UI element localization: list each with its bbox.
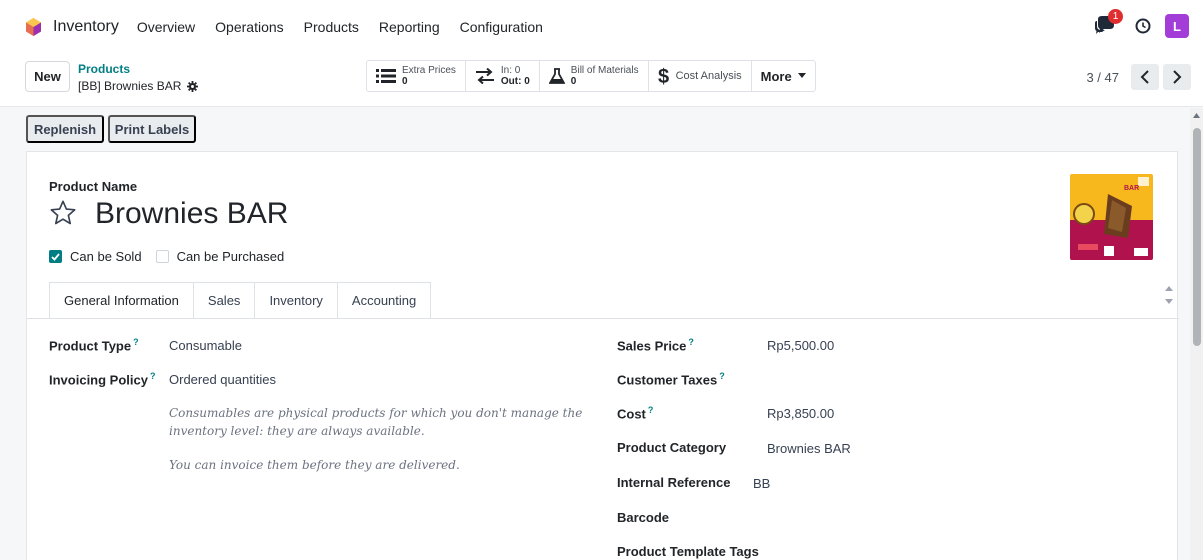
print-labels-button[interactable]: Print Labels [108,115,196,143]
app-name[interactable]: Inventory [53,18,119,36]
cost-analysis-button[interactable]: $ Cost Analysis [649,61,752,91]
product-type-label-text: Product Type [49,338,132,354]
cost-label-text: Cost [617,406,646,422]
product-checkboxes: Can be Sold Can be Purchased [49,249,284,264]
in-count: In: 0 [500,65,521,76]
help-tooltip-icon[interactable]: ? [719,371,725,381]
product-category-field[interactable]: Brownies BAR [767,441,851,456]
check-icon [51,252,60,261]
list-icon [376,69,396,83]
more-button[interactable]: More [752,61,815,91]
systray: 1 L [1095,9,1189,38]
product-type-help-line2: inventory level: they are always availab… [169,424,425,438]
sales-price-label: Sales Price? [617,337,694,353]
cost-analysis-label: Cost Analysis [675,70,742,82]
internal-reference-label: Internal Reference [617,475,731,490]
control-panel: New Products [BB] Brownies BAR Extra Pri… [0,54,1203,107]
can-be-purchased-label[interactable]: Can be Purchased [177,249,285,264]
star-icon[interactable] [49,199,77,227]
product-image[interactable]: BAR [1070,174,1153,260]
chevron-left-icon [1140,70,1149,84]
barcode-label: Barcode [617,510,670,525]
in-out-button[interactable]: In: 0 Out: 0 [466,61,540,91]
customer-taxes-label-text: Customer Taxes [617,372,718,388]
tab-scroll-arrows-icon[interactable] [1165,286,1173,304]
top-navbar: Inventory Overview Operations Products R… [0,0,1203,54]
product-type-field[interactable]: Consumable [169,338,242,353]
more-label: More [760,68,792,84]
messaging-button[interactable]: 1 [1095,9,1123,37]
replenish-button[interactable]: Replenish [26,115,104,143]
product-name-label: Product Name [49,179,138,194]
help-tooltip-icon[interactable]: ? [688,337,694,347]
product-type-help-line1: Consumables are physical products for wh… [169,406,583,420]
tab-inventory[interactable]: Inventory [255,282,338,318]
scroll-up-icon[interactable] [1193,113,1200,118]
pager-value[interactable]: 3 / 47 [1086,70,1119,85]
bom-label: Bill of Materials [570,65,639,76]
breadcrumb-current: [BB] Brownies BAR [78,79,199,93]
help-tooltip-icon[interactable]: ? [648,405,654,415]
tab-general-information[interactable]: General Information [49,282,194,318]
help-tooltip-icon[interactable]: ? [150,371,156,381]
gear-icon[interactable] [187,80,199,92]
extra-prices-label: Extra Prices [402,65,456,76]
inventory-app-icon[interactable] [26,18,41,36]
menu-reporting[interactable]: Reporting [379,19,440,35]
tab-sales[interactable]: Sales [193,282,256,318]
bill-of-materials-button[interactable]: Bill of Materials 0 [540,61,649,91]
user-avatar[interactable]: L [1165,14,1189,38]
menu-products[interactable]: Products [304,19,359,35]
invoicing-help: You can invoice them before they are del… [169,458,460,472]
cost-field[interactable]: Rp3,850.00 [767,406,834,421]
product-image-text: BAR [1124,185,1139,192]
tab-accounting[interactable]: Accounting [337,282,432,318]
notification-badge: 1 [1108,9,1123,24]
product-category-label: Product Category [617,440,727,455]
sales-price-label-text: Sales Price [617,338,687,354]
can-be-sold-label[interactable]: Can be Sold [70,249,142,264]
menu-overview[interactable]: Overview [137,19,195,35]
internal-reference-field[interactable]: BB [753,476,770,491]
tab-divider [27,318,1179,319]
invoicing-policy-label-text: Invoicing Policy [49,372,148,388]
sales-price-field[interactable]: Rp5,500.00 [767,338,834,353]
product-template-tags-label: Product Template Tags [617,544,759,559]
smart-buttons: Extra Prices 0 In: 0 Out: 0 Bill of Mate… [366,60,816,92]
flask-icon [548,68,565,84]
help-tooltip-icon[interactable]: ? [133,337,139,347]
menu-configuration[interactable]: Configuration [460,19,543,35]
out-count: Out: 0 [500,76,530,87]
invoicing-policy-field[interactable]: Ordered quantities [169,372,276,387]
pager: 3 / 47 [1086,64,1191,90]
pager-previous-button[interactable] [1131,64,1159,90]
new-button[interactable]: New [25,61,70,92]
customer-taxes-label: Customer Taxes? [617,371,725,387]
product-type-label: Product Type? [49,337,139,353]
product-image-graphic: BAR [1070,174,1153,260]
form-sheet: Product Name Brownies BAR Can be Sold Ca… [26,151,1179,560]
extra-prices-button[interactable]: Extra Prices 0 [367,61,466,91]
can-be-sold-checkbox[interactable] [49,250,62,263]
svg-text:$: $ [658,66,669,86]
breadcrumb-products[interactable]: Products [78,62,130,76]
clock-icon[interactable] [1135,18,1151,34]
dollar-icon: $ [658,66,669,86]
invoicing-policy-label: Invoicing Policy? [49,371,155,387]
menu-operations[interactable]: Operations [215,19,283,35]
exchange-icon [475,68,494,84]
chevron-right-icon [1173,70,1182,84]
cost-label: Cost? [617,405,653,421]
caret-down-icon [797,73,806,78]
extra-prices-value: 0 [402,76,408,87]
can-be-purchased-checkbox[interactable] [155,250,169,263]
notebook-tabs: General Information Sales Inventory Acco… [49,282,432,318]
pager-next-button[interactable] [1163,64,1191,90]
bom-value: 0 [570,76,577,87]
scrollbar-thumb[interactable] [1193,128,1201,346]
product-name-field[interactable]: Brownies BAR [95,197,288,231]
record-name: [BB] Brownies BAR [78,79,182,93]
